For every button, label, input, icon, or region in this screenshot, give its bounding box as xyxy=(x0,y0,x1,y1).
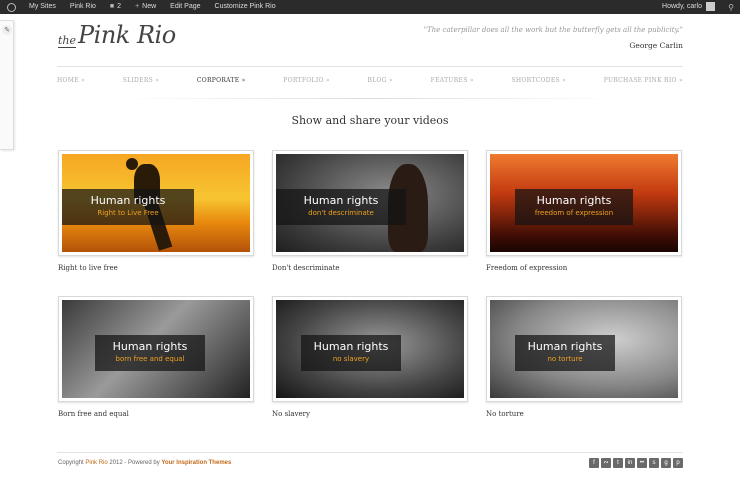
caption-heading: Human rights xyxy=(90,194,166,207)
comments-count: 2 xyxy=(117,3,122,10)
admin-customize[interactable]: Customize Pink Rio xyxy=(208,0,283,14)
video-thumbnail[interactable]: Human rights Right to Live Free xyxy=(58,150,254,256)
search-icon[interactable]: ⚲ xyxy=(722,0,740,14)
linkedin-icon[interactable]: in xyxy=(625,458,635,468)
logo-the: the xyxy=(58,34,77,48)
video-thumbnail[interactable]: Human rights freedom of expression xyxy=(486,150,682,256)
plus-icon: + xyxy=(135,3,140,10)
admin-edit-page[interactable]: Edit Page xyxy=(163,0,207,14)
quote-author: George Carlin xyxy=(629,41,683,50)
admin-bar: My Sites Pink Rio ■ 2 + New Edit Page Cust… xyxy=(0,0,740,14)
video-caption: Human rights born free and equal xyxy=(95,335,205,371)
video-card: Human rights Right to Live Free Right to… xyxy=(58,150,254,272)
main-navigation: HOME » SLIDERS » CORPORATE » PORTFOLIO »… xyxy=(57,77,683,84)
video-title[interactable]: Freedom of expression xyxy=(486,264,682,272)
nav-item-purchase[interactable]: PURCHASE PINK RIO » xyxy=(604,77,683,84)
video-card: Human rights no torture No torture xyxy=(486,296,682,418)
caption-subtitle: Right to Live Free xyxy=(97,209,159,217)
nav-item-sliders[interactable]: SLIDERS » xyxy=(123,77,160,84)
video-card: Human rights born free and equal Born fr… xyxy=(58,296,254,418)
video-caption: Human rights no slavery xyxy=(301,335,401,371)
caption-heading: Human rights xyxy=(112,340,188,353)
flickr-icon[interactable]: •• xyxy=(637,458,647,468)
admin-site-name[interactable]: Pink Rio xyxy=(63,0,103,14)
admin-my-sites[interactable]: My Sites xyxy=(22,0,63,14)
video-title[interactable]: Right to live free xyxy=(58,264,254,272)
pencil-icon: ✎ xyxy=(2,25,12,35)
footer-powered: 2012 - Powered by xyxy=(109,460,160,466)
video-card: Human rights no slavery No slavery xyxy=(272,296,468,418)
video-caption: Human rights freedom of expression xyxy=(515,189,633,225)
facebook-icon[interactable]: f xyxy=(589,458,599,468)
social-icons: f ∾ t in •• s g p xyxy=(589,458,683,468)
wordpress-logo-icon[interactable] xyxy=(0,0,22,14)
nav-divider-top xyxy=(57,66,683,67)
nav-item-portfolio[interactable]: PORTFOLIO » xyxy=(283,77,330,84)
caption-subtitle: born free and equal xyxy=(115,355,185,363)
admin-howdy[interactable]: Howdy, carlo xyxy=(655,0,722,14)
avatar xyxy=(706,1,715,11)
caption-subtitle: freedom of expression xyxy=(534,209,614,217)
video-caption: Human rights no torture xyxy=(515,335,615,371)
new-label: New xyxy=(142,3,157,10)
video-thumbnail[interactable]: Human rights don't descriminate xyxy=(272,150,468,256)
video-card: Human rights don't descriminate Don't de… xyxy=(272,150,468,272)
nav-item-home[interactable]: HOME » xyxy=(57,77,85,84)
footer-divider xyxy=(57,452,683,453)
rss-icon[interactable]: ∾ xyxy=(601,458,611,468)
video-title[interactable]: Born free and equal xyxy=(58,410,254,418)
twitter-icon[interactable]: t xyxy=(613,458,623,468)
comment-icon: ■ xyxy=(109,3,115,10)
video-thumbnail[interactable]: Human rights no torture xyxy=(486,296,682,402)
video-caption: Human rights don't descriminate xyxy=(276,189,406,225)
caption-subtitle: no slavery xyxy=(332,355,370,363)
caption-subtitle: don't descriminate xyxy=(308,209,374,217)
video-title[interactable]: Don't descriminate xyxy=(272,264,468,272)
quote-text: "The caterpillar does all the work but t… xyxy=(423,26,683,34)
video-thumbnail[interactable]: Human rights no slavery xyxy=(272,296,468,402)
google-plus-icon[interactable]: g xyxy=(661,458,671,468)
caption-heading: Human rights xyxy=(303,194,379,207)
footer-theme-link[interactable]: Your Inspiration Themes xyxy=(161,460,231,466)
copyright-prefix: Copyright xyxy=(58,460,84,466)
logo-name: Pink Rio xyxy=(78,21,176,49)
caption-heading: Human rights xyxy=(536,194,612,207)
footer-copyright: Copyright Pink Rio 2012 - Powered by You… xyxy=(58,460,231,466)
video-card: Human rights freedom of expression Freed… xyxy=(486,150,682,272)
edit-sidebar-tab[interactable]: ✎ xyxy=(0,20,14,150)
nav-item-corporate[interactable]: CORPORATE » xyxy=(197,77,246,84)
nav-item-blog[interactable]: BLOG » xyxy=(368,77,393,84)
skype-icon[interactable]: s xyxy=(649,458,659,468)
video-title[interactable]: No torture xyxy=(486,410,682,418)
footer-site-link[interactable]: Pink Rio xyxy=(85,460,107,466)
pinterest-icon[interactable]: p xyxy=(673,458,683,468)
page-title: Show and share your videos xyxy=(291,114,449,127)
video-caption: Human rights Right to Live Free xyxy=(62,189,194,225)
video-title[interactable]: No slavery xyxy=(272,410,468,418)
nav-item-features[interactable]: FEATURES » xyxy=(431,77,474,84)
site-logo[interactable]: the Pink Rio xyxy=(58,22,176,48)
header-quote: "The caterpillar does all the work but t… xyxy=(424,26,683,50)
nav-item-shortcodes[interactable]: SHORTCODES » xyxy=(511,77,566,84)
caption-subtitle: no torture xyxy=(547,355,583,363)
caption-heading: Human rights xyxy=(313,340,389,353)
video-thumbnail[interactable]: Human rights born free and equal xyxy=(58,296,254,402)
caption-heading: Human rights xyxy=(527,340,603,353)
howdy-text: Howdy, carlo xyxy=(662,3,702,10)
admin-new[interactable]: + New xyxy=(128,0,163,14)
admin-comments[interactable]: ■ 2 xyxy=(103,0,128,14)
nav-divider-bottom xyxy=(120,98,620,99)
